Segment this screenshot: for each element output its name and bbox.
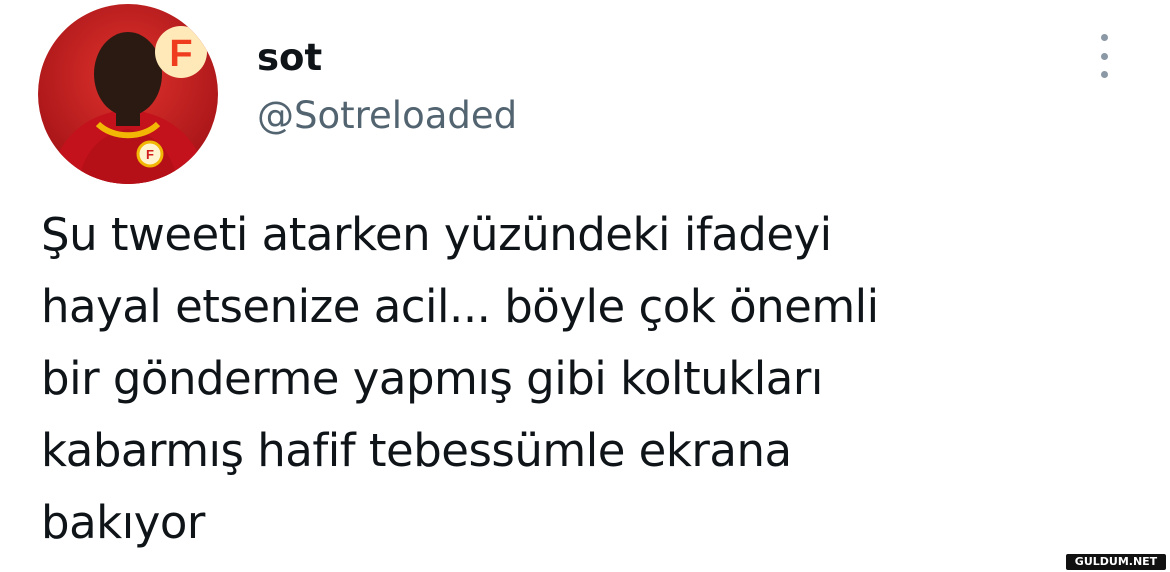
tweet-line: bir gönderme yapmış gibi koltukları	[41, 352, 823, 405]
profile-photo-icon: F F	[38, 4, 218, 184]
user-info: sot @Sotreloaded	[257, 36, 517, 138]
tweet-text: Şu tweeti atarken yüzündeki ifadeyi haya…	[41, 199, 1081, 559]
tweet-line: bakıyor	[41, 496, 205, 549]
avatar[interactable]: F F	[38, 4, 218, 184]
more-vertical-icon-dot	[1100, 52, 1108, 60]
display-name[interactable]: sot	[257, 36, 517, 80]
tweet-line: hayal etsenize acil... böyle çok önemli	[41, 280, 879, 333]
more-vertical-icon-dot	[1100, 71, 1108, 78]
svg-text:F: F	[169, 33, 192, 75]
watermark: GULDUM.NET	[1066, 554, 1166, 570]
tweet-line: Şu tweeti atarken yüzündeki ifadeyi	[41, 208, 832, 261]
tweet-line: kabarmış hafif tebessümle ekrana	[41, 424, 792, 477]
more-options-button[interactable]	[1092, 34, 1116, 78]
user-handle[interactable]: @Sotreloaded	[257, 94, 517, 138]
more-vertical-icon	[1100, 34, 1108, 41]
svg-text:F: F	[146, 147, 154, 162]
